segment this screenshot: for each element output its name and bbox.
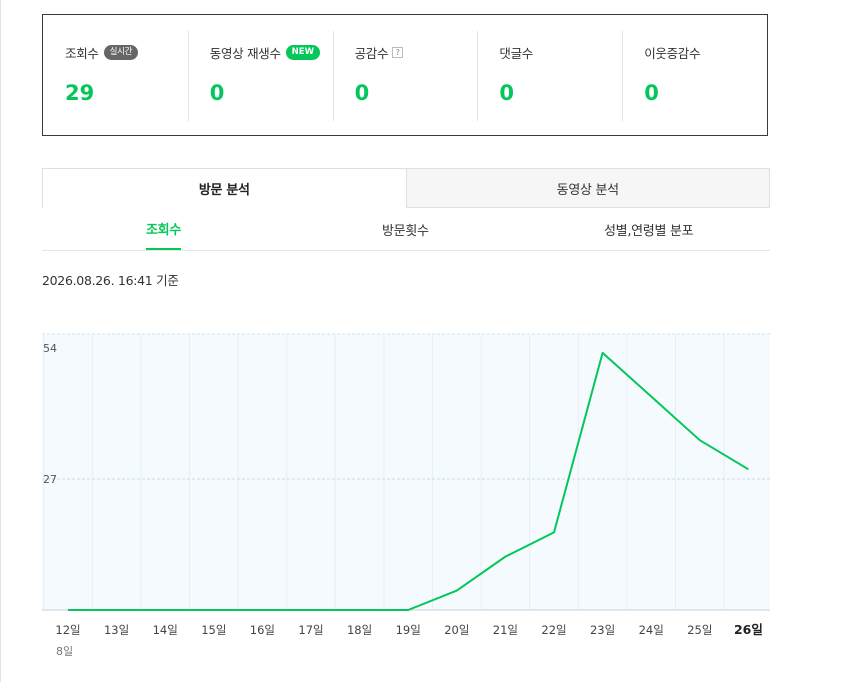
main-tabs: 방문 분석 동영상 분석 <box>42 168 770 208</box>
x-tick-label: 12일 <box>55 623 80 637</box>
tab-visit-analysis[interactable]: 방문 분석 <box>42 168 407 208</box>
stat-label: 댓글수 <box>499 45 533 61</box>
sub-tabs: 조회수 방문횟수 성별,연령별 분포 <box>42 208 770 251</box>
stats-summary-card: 조회수 실시간 29 동영상 재생수 NEW 0 공감수 ? 0 댓글수 0 이… <box>42 14 768 136</box>
realtime-badge: 실시간 <box>103 44 139 60</box>
stat-neighbor-change: 이웃증감수 0 <box>622 15 767 135</box>
stat-value: 0 <box>209 81 225 105</box>
x-tick-label: 22일 <box>541 623 566 637</box>
x-tick-label: 17일 <box>298 623 323 637</box>
subtab-visit-count[interactable]: 방문횟수 <box>382 208 429 250</box>
help-icon[interactable]: ? <box>392 46 404 58</box>
x-tick-label: 19일 <box>396 623 421 637</box>
stat-label: 동영상 재생수 <box>209 45 281 61</box>
x-tick-label: 15일 <box>201 623 226 637</box>
stat-comments: 댓글수 0 <box>477 15 622 135</box>
x-tick-label: 16일 <box>250 623 275 637</box>
stat-likes: 공감수 ? 0 <box>332 15 478 135</box>
stat-value: 29 <box>65 81 95 105</box>
x-tick-label: 18일 <box>347 623 372 637</box>
stat-value: 0 <box>644 81 659 105</box>
x-tick-label: 25일 <box>687 623 712 637</box>
stat-value: 0 <box>499 81 515 105</box>
stat-label: 이웃증감수 <box>644 45 701 61</box>
x-tick-label: 13일 <box>104 623 129 637</box>
x-tick-label: 14일 <box>153 623 178 637</box>
views-line-chart: 54 27 12일 13일 14일 15일 16일 17일 18일 19일 20일 21일 22일 23일… <box>42 333 770 637</box>
y-tick-label: 54 <box>43 342 57 355</box>
tab-video-analysis[interactable]: 동영상 분석 <box>406 168 770 208</box>
plot-background <box>42 334 770 610</box>
x-axis-month-label: 8일 <box>56 645 74 658</box>
x-tick-label: 20일 <box>444 623 469 637</box>
x-tick-label: 21일 <box>493 623 518 637</box>
new-badge: NEW <box>285 44 320 60</box>
stat-views: 조회수 실시간 29 <box>43 15 188 135</box>
stat-label: 조회수 <box>65 45 99 61</box>
x-tick-label: 23일 <box>590 623 615 637</box>
subtab-views[interactable]: 조회수 <box>146 208 181 250</box>
x-tick-label: 26일 <box>734 622 763 637</box>
stat-label: 공감수 <box>354 45 389 61</box>
y-tick-label: 27 <box>43 473 57 486</box>
x-tick-label: 24일 <box>639 623 664 637</box>
subtab-gender-age[interactable]: 성별,연령별 분포 <box>604 208 694 250</box>
stat-video-plays: 동영상 재생수 NEW 0 <box>187 15 333 135</box>
stat-value: 0 <box>354 81 370 105</box>
data-timestamp: 2026.08.26. 16:41 기준 <box>42 273 179 288</box>
